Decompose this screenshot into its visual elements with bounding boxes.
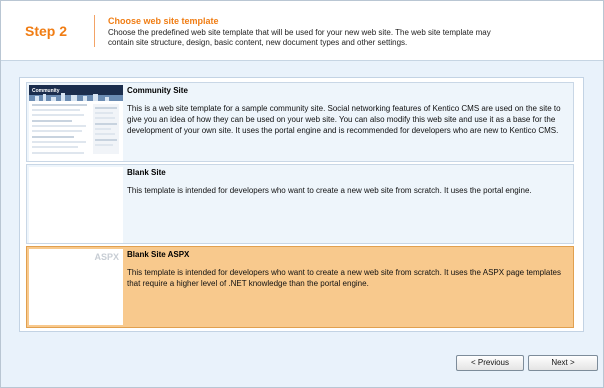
wizard-header: Step 2 Choose web site template Choose t… (1, 1, 603, 61)
step-title: Choose web site template (108, 16, 219, 26)
wizard-window: Step 2 Choose web site template Choose t… (0, 0, 604, 388)
template-description: This template is intended for developers… (127, 268, 562, 288)
template-thumbnail: Community (29, 85, 123, 161)
thumbnail-brand: Community (32, 88, 60, 94)
template-title: Community Site (127, 86, 188, 95)
template-item-blank-site-aspx[interactable]: ASPX Blank Site ASPX This template is in… (26, 246, 574, 328)
thumbnail-label: ASPX (94, 252, 119, 262)
template-description: This template is intended for developers… (127, 186, 532, 195)
header-separator (94, 15, 95, 47)
template-title: Blank Site (127, 168, 166, 177)
template-thumbnail (29, 167, 123, 243)
template-list: Community Community Site This is a web s… (19, 77, 584, 332)
template-thumbnail: ASPX (29, 249, 123, 325)
step-label: Step 2 (25, 23, 68, 39)
template-title: Blank Site ASPX (127, 250, 190, 259)
previous-button[interactable]: < Previous (456, 355, 524, 371)
step-description: Choose the predefined web site template … (108, 28, 491, 47)
template-item-blank-site[interactable]: Blank Site This template is intended for… (26, 164, 574, 244)
template-item-community-site[interactable]: Community Community Site This is a web s… (26, 82, 574, 162)
template-description: This is a web site template for a sample… (127, 104, 561, 135)
next-button[interactable]: Next > (528, 355, 598, 371)
